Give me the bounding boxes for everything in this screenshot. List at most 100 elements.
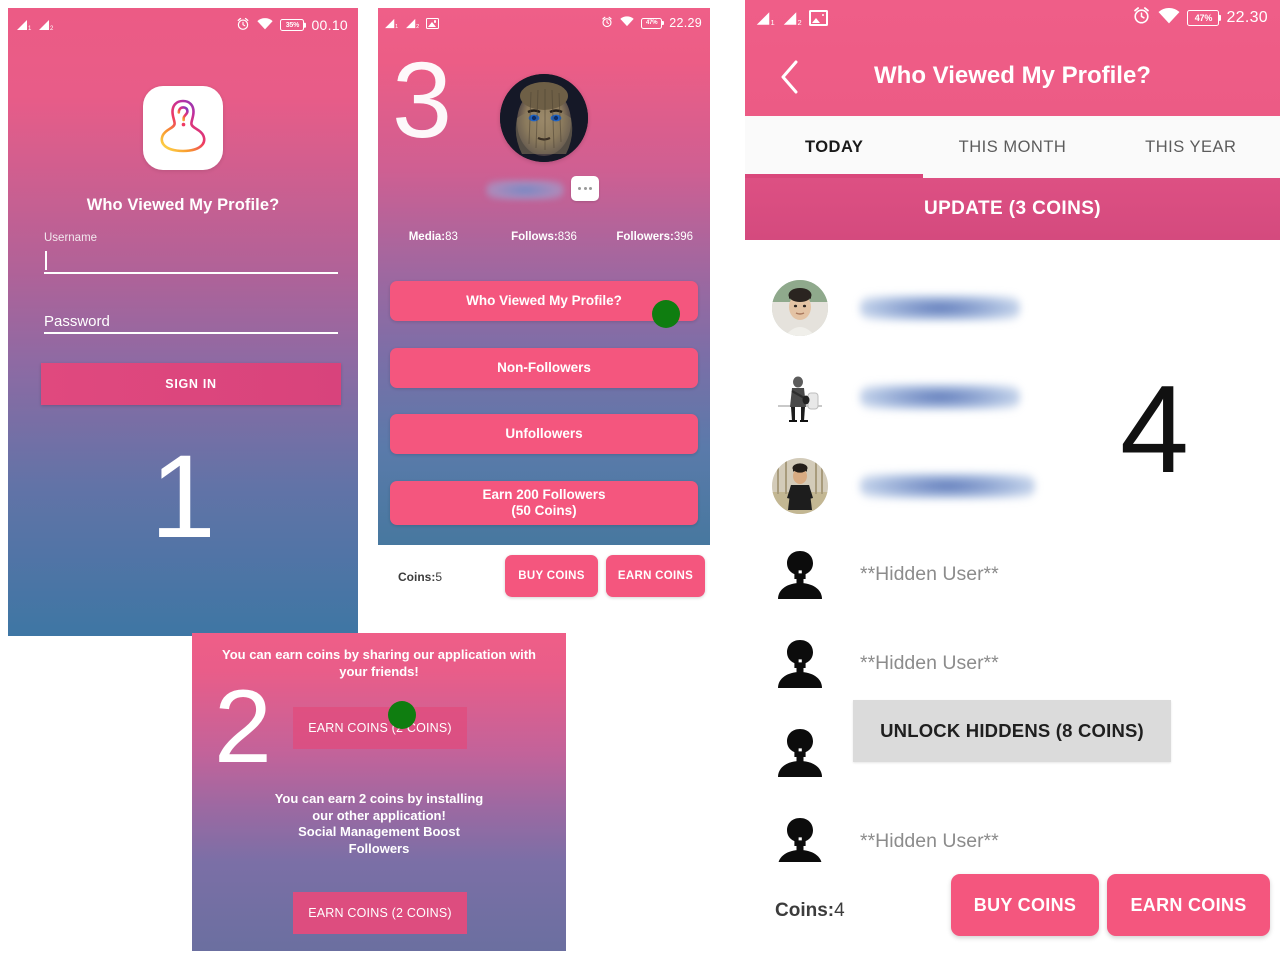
battery-icon: 47% <box>641 17 663 29</box>
viewer-row[interactable] <box>745 263 1280 352</box>
stat-media-value: 83 <box>445 231 458 243</box>
page-title: Who Viewed My Profile? <box>874 62 1151 89</box>
more-options-icon[interactable] <box>571 176 599 201</box>
profile-username-masked <box>486 180 564 200</box>
battery-level-label: 47% <box>1194 12 1213 23</box>
wifi-icon <box>620 16 634 30</box>
stat-media-label: Media: <box>408 231 446 243</box>
alarm-clock-icon <box>1132 6 1151 30</box>
tab-today[interactable]: TODAY <box>745 138 923 157</box>
menu-non-followers-button[interactable]: Non-Followers <box>390 348 698 388</box>
install-text-line-1: You can earn 2 coins by installing <box>274 791 484 806</box>
tab-this-month[interactable]: THIS MONTH <box>923 138 1101 157</box>
hidden-user-icon <box>772 547 828 603</box>
unlock-hiddens-button[interactable]: UNLOCK HIDDENS (8 COINS) <box>853 700 1171 762</box>
signal-bars-icon-2: 2 <box>782 11 803 26</box>
username-input[interactable] <box>44 248 338 274</box>
signal-bars-icon: 1 <box>384 18 399 29</box>
coins-label: Coins: <box>775 900 835 921</box>
tab-this-year[interactable]: THIS YEAR <box>1102 138 1280 157</box>
viewer-username-masked <box>860 383 1020 410</box>
buy-coins-button[interactable]: BUY COINS <box>505 555 598 597</box>
earn-coins-install-text: You can earn 2 coins by installing our o… <box>192 791 566 858</box>
stat-followers: Followers:396 <box>599 231 710 243</box>
viewer-row[interactable] <box>745 441 1280 530</box>
stat-follows-value: 836 <box>557 231 577 243</box>
signal-bars-icon-2: 2 <box>405 18 420 29</box>
svg-text:2: 2 <box>416 24 419 29</box>
svg-text:2: 2 <box>50 26 54 31</box>
viewers-screen-panel: 1 2 47% 22.30 Who Viewed My Profile? TOD… <box>745 0 1280 960</box>
picture-icon <box>809 10 828 26</box>
password-placeholder: Password <box>44 313 110 330</box>
who-viewed-profile-logo-icon <box>156 97 210 160</box>
menu-unfollowers-button[interactable]: Unfollowers <box>390 414 698 454</box>
signal-bars-icon: 1 <box>16 19 32 31</box>
viewer-username-masked <box>860 472 1035 499</box>
earn-followers-line-2: (50 Coins) <box>511 503 577 518</box>
tab-bar: TODAY THIS MONTH THIS YEAR <box>745 116 1280 178</box>
stat-media: Media:83 <box>378 231 489 243</box>
coins-value: 4 <box>834 900 845 921</box>
hidden-user-icon <box>772 725 828 781</box>
viewer-row[interactable] <box>745 352 1280 441</box>
update-button[interactable]: UPDATE (3 COINS) <box>745 178 1280 240</box>
battery-icon: 47% <box>1187 10 1220 26</box>
step-number-4: 4 <box>1120 361 1189 499</box>
viewer-photo-1 <box>772 279 828 336</box>
profile-gradient-area: 1 2 47% 22.29 3 Media:83 Follows:836 Fol… <box>378 8 710 545</box>
viewer-photo-3 <box>772 457 828 514</box>
password-field-group: Password <box>44 308 338 334</box>
stat-followers-label: Followers: <box>616 231 674 243</box>
wifi-icon <box>257 17 274 33</box>
status-bar-clock: 22.30 <box>1226 9 1268 26</box>
coins-status: Coins:5 <box>398 570 442 584</box>
svg-text:1: 1 <box>395 24 398 29</box>
stat-follows-label: Follows: <box>511 231 558 243</box>
battery-level-label: 47% <box>646 20 658 26</box>
stat-followers-value: 396 <box>673 231 694 243</box>
page-title: Who Viewed My Profile? <box>86 196 280 214</box>
coins-status: Coins:4 <box>775 900 845 922</box>
wifi-icon <box>1158 7 1180 29</box>
earn-coins-button[interactable]: EARN COINS <box>606 555 705 597</box>
username-label: Username <box>44 232 98 244</box>
buy-coins-button[interactable]: BUY COINS <box>951 874 1099 936</box>
sign-in-button[interactable]: SIGN IN <box>41 363 341 405</box>
earn-coins-share-button[interactable]: EARN COINS (2 COINS) <box>293 707 467 749</box>
hidden-user-label: **Hidden User** <box>860 652 999 674</box>
svg-text:1: 1 <box>771 18 775 26</box>
svg-text:1: 1 <box>28 26 32 31</box>
app-logo <box>143 86 223 170</box>
status-bar: 1 2 47% 22.29 <box>378 8 710 38</box>
earn-followers-line-1: Earn 200 Followers <box>482 486 606 502</box>
earn-coins-button[interactable]: EARN COINS <box>1107 874 1270 936</box>
signal-bars-icon: 1 <box>755 11 776 26</box>
install-text-line-4: Followers <box>348 840 410 856</box>
status-bar-right: 47% 22.29 <box>601 16 702 31</box>
alarm-clock-icon <box>236 17 250 34</box>
menu-earn-followers-button[interactable]: Earn 200 Followers (50 Coins) <box>390 481 698 525</box>
step-number-1: 1 <box>150 431 216 563</box>
earn-coins-install-button[interactable]: EARN COINS (2 COINS) <box>293 892 467 934</box>
coins-label: Coins: <box>398 569 436 584</box>
viewer-row[interactable]: **Hidden User** <box>745 619 1280 708</box>
viewer-username-masked <box>860 294 1020 321</box>
status-bar: 1 2 35% 00.10 <box>8 8 358 42</box>
login-screen-panel: 1 2 35% 00.10 Who Viewed My Profile? Use… <box>8 8 358 636</box>
battery-level-label: 35% <box>285 21 300 29</box>
status-bar-clock: 00.10 <box>311 17 348 33</box>
avatar <box>500 74 588 162</box>
status-bar-clock: 22.29 <box>669 16 702 30</box>
status-bar-left: 1 2 <box>755 10 828 26</box>
cursor-marker-dot <box>388 701 416 729</box>
status-bar-left: 1 2 <box>384 17 439 29</box>
coins-value: 5 <box>435 569 443 584</box>
hidden-user-label: **Hidden User** <box>860 830 999 852</box>
viewer-row[interactable]: **Hidden User** <box>745 530 1280 619</box>
password-input[interactable]: Password <box>44 308 338 334</box>
step-number-3: 3 <box>392 39 453 160</box>
viewers-footer: Coins:4 BUY COINS EARN COINS <box>745 862 1280 960</box>
cursor-marker-dot <box>652 300 680 328</box>
viewer-photo-2 <box>772 368 828 425</box>
